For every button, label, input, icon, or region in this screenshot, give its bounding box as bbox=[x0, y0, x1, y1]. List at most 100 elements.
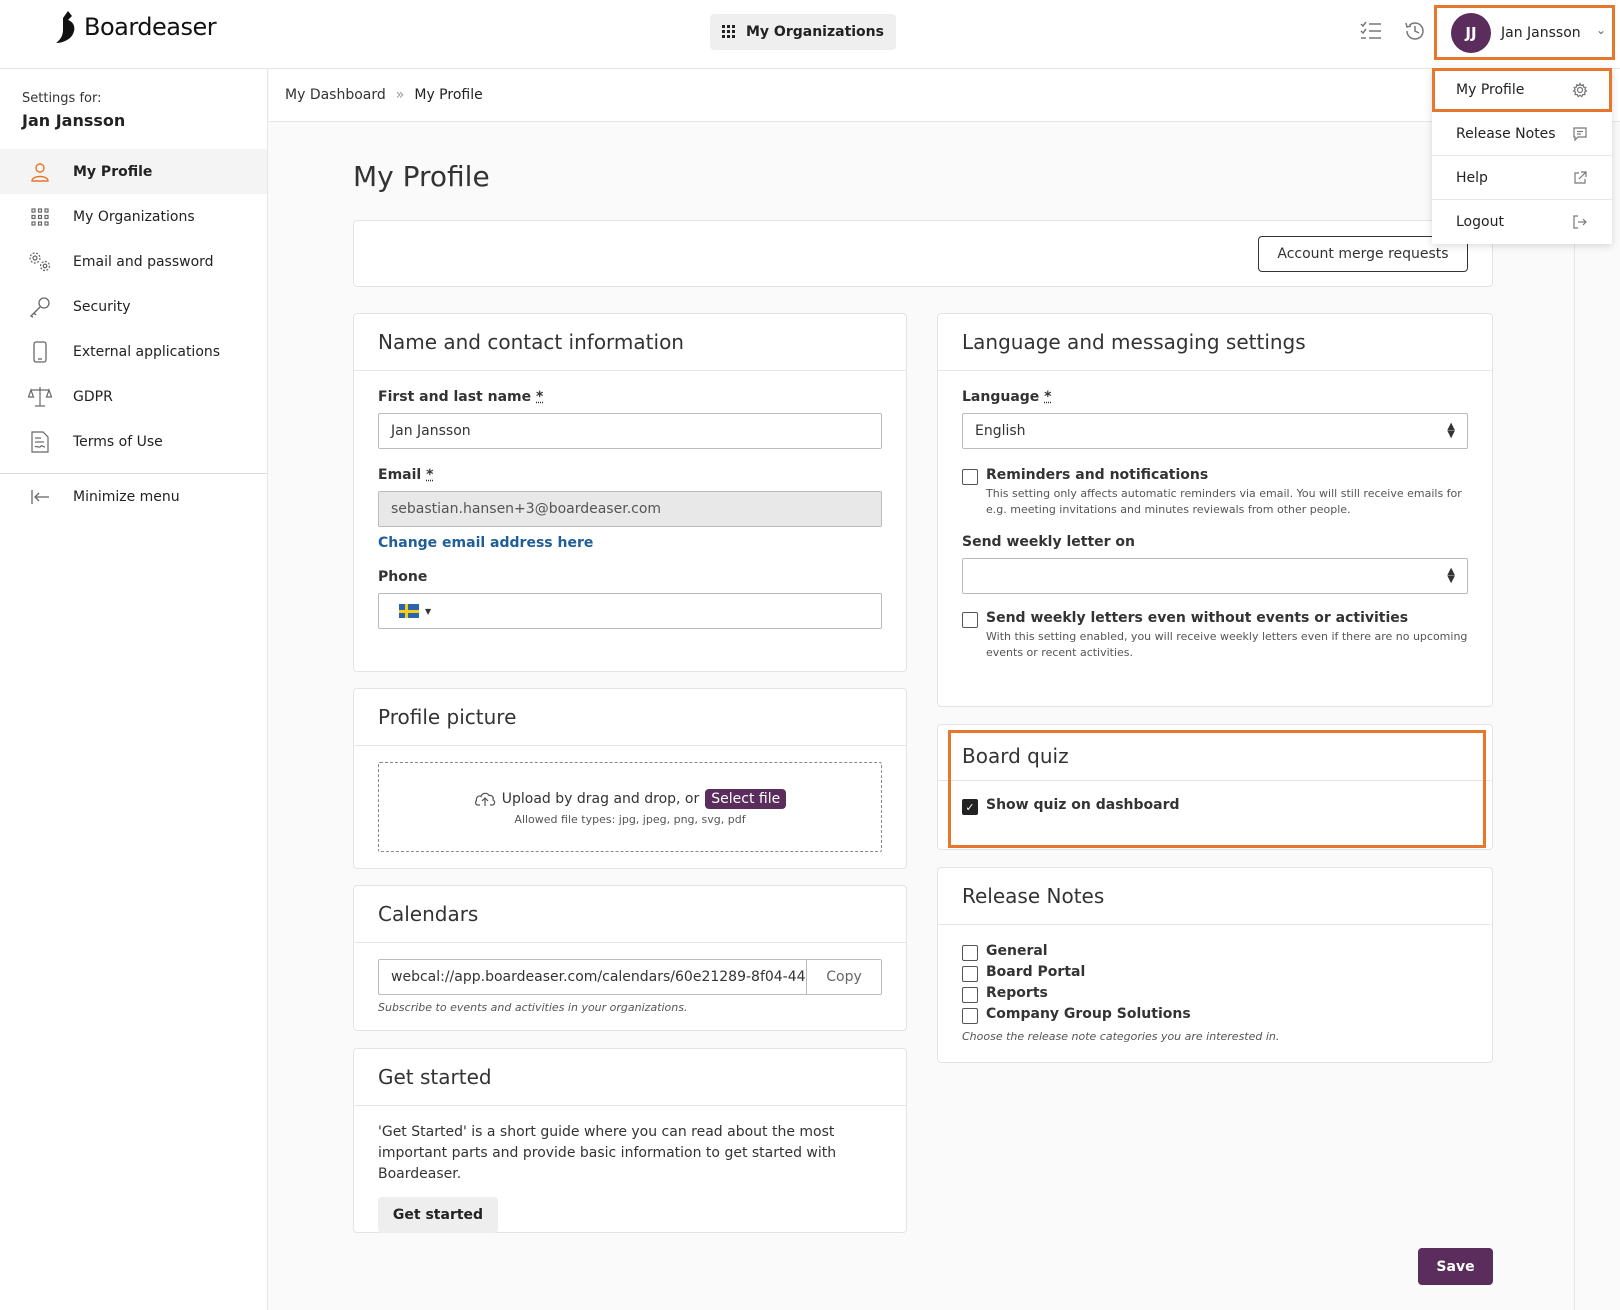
sidebar-item-label: GDPR bbox=[73, 388, 113, 405]
gears-icon bbox=[28, 250, 52, 274]
upload-dropzone[interactable]: Upload by drag and drop, or Select file … bbox=[378, 762, 882, 852]
breadcrumb-dashboard-link[interactable]: My Dashboard bbox=[285, 87, 386, 103]
show-quiz-option: ✓ Show quiz on dashboard bbox=[962, 797, 1468, 815]
release-reports-label: Reports bbox=[986, 985, 1048, 1001]
name-input[interactable]: Jan Jansson bbox=[378, 413, 882, 449]
sidebar-item-label: My Profile bbox=[73, 163, 153, 180]
sidebar-item-security[interactable]: Security bbox=[0, 284, 267, 329]
breadcrumb-separator: » bbox=[395, 87, 405, 103]
sidebar-item-label: External applications bbox=[73, 343, 221, 360]
language-settings-title: Language and messaging settings bbox=[938, 314, 1492, 371]
menu-item-help[interactable]: Help bbox=[1432, 156, 1612, 200]
collapse-left-icon bbox=[28, 485, 52, 509]
release-general-label: General bbox=[986, 943, 1048, 959]
weekly-letter-label: Send weekly letter on bbox=[962, 534, 1136, 550]
save-button[interactable]: Save bbox=[1418, 1248, 1493, 1285]
get-started-card: Get started 'Get Started' is a short gui… bbox=[353, 1048, 907, 1233]
sidebar-item-my-profile[interactable]: My Profile bbox=[0, 149, 267, 194]
release-company-group-checkbox[interactable] bbox=[962, 1008, 978, 1024]
sidebar-item-label: Email and password bbox=[73, 253, 214, 270]
release-board-portal-checkbox[interactable] bbox=[962, 966, 978, 982]
phone-icon bbox=[28, 340, 52, 364]
menu-item-my-profile[interactable]: My Profile bbox=[1432, 68, 1612, 112]
reminders-desc: This setting only affects automatic remi… bbox=[986, 487, 1462, 516]
sidebar-item-label: Security bbox=[73, 298, 131, 315]
user-menu-toggle[interactable]: JJ Jan Jansson ⌄ bbox=[1434, 5, 1615, 60]
logo-text: Boardeaser bbox=[84, 13, 217, 41]
release-option-company-group: Company Group Solutions bbox=[962, 1006, 1468, 1024]
weekly-letter-select[interactable]: ▲ ▼ bbox=[962, 558, 1468, 594]
chevron-down-icon: ⌄ bbox=[1595, 23, 1606, 37]
release-general-checkbox[interactable] bbox=[962, 945, 978, 961]
show-quiz-checkbox[interactable]: ✓ bbox=[962, 799, 978, 815]
sidebar-item-label: My Organizations bbox=[73, 208, 195, 225]
breadcrumb: My Dashboard » My Profile bbox=[269, 69, 1620, 122]
profile-picture-card: Profile picture Upload by drag and drop,… bbox=[353, 688, 907, 869]
calendar-hint: Subscribe to events and activities in yo… bbox=[378, 1001, 688, 1014]
name-label: First and last name * bbox=[378, 389, 544, 405]
release-option-board-portal: Board Portal bbox=[962, 964, 1468, 982]
sidebar-item-label: Terms of Use bbox=[73, 433, 163, 450]
settings-user-name: Jan Jansson bbox=[22, 111, 126, 130]
sidebar-item-my-organizations[interactable]: My Organizations bbox=[0, 194, 267, 239]
external-link-icon bbox=[1574, 170, 1587, 184]
change-email-link[interactable]: Change email address here bbox=[378, 535, 882, 551]
sidebar-item-gdpr[interactable]: GDPR bbox=[0, 374, 267, 419]
sidebar-item-terms-of-use[interactable]: Terms of Use bbox=[0, 419, 267, 464]
menu-item-release-notes[interactable]: Release Notes bbox=[1432, 112, 1612, 156]
select-file-button[interactable]: Select file bbox=[705, 788, 787, 809]
copy-button[interactable]: Copy bbox=[806, 959, 882, 995]
country-dropdown-icon[interactable]: ▼ bbox=[425, 607, 431, 616]
language-value: English bbox=[975, 423, 1026, 439]
page-title: My Profile bbox=[353, 160, 490, 193]
calendars-title: Calendars bbox=[354, 886, 906, 943]
phone-input[interactable]: ▼ bbox=[378, 593, 882, 629]
menu-item-logout[interactable]: Logout bbox=[1432, 200, 1612, 244]
sort-arrows-icon: ▲ ▼ bbox=[1447, 421, 1455, 440]
breadcrumb-current: My Profile bbox=[414, 87, 483, 103]
calendars-card: Calendars webcal://app.boardeaser.com/ca… bbox=[353, 885, 907, 1031]
history-icon[interactable] bbox=[1402, 18, 1428, 44]
key-icon bbox=[28, 295, 52, 319]
boardeaser-logo[interactable]: Boardeaser bbox=[54, 10, 217, 44]
sidebar-item-email-and-password[interactable]: Email and password bbox=[0, 239, 267, 284]
calendar-url-input[interactable]: webcal://app.boardeaser.com/calendars/60… bbox=[378, 959, 806, 995]
release-notes-title: Release Notes bbox=[938, 868, 1492, 925]
account-merge-card: Account merge requests bbox=[353, 220, 1493, 287]
my-organizations-label: My Organizations bbox=[746, 24, 884, 40]
menu-item-label: Logout bbox=[1456, 214, 1504, 230]
language-select[interactable]: English ▲ ▼ bbox=[962, 413, 1468, 449]
release-reports-checkbox[interactable] bbox=[962, 987, 978, 1003]
reminders-checkbox[interactable] bbox=[962, 469, 978, 485]
release-option-general: General bbox=[962, 943, 1468, 961]
weekly-even-title: Send weekly letters even without events … bbox=[986, 610, 1409, 626]
show-quiz-label: Show quiz on dashboard bbox=[986, 797, 1180, 813]
board-quiz-title: Board quiz bbox=[938, 731, 1492, 781]
get-started-button[interactable]: Get started bbox=[378, 1197, 498, 1233]
minimize-menu-button[interactable]: Minimize menu bbox=[0, 474, 267, 519]
contact-info-card: Name and contact information First and l… bbox=[353, 313, 907, 672]
release-notes-card: Release Notes General Board Portal Repor… bbox=[937, 867, 1493, 1063]
sort-arrows-icon: ▲ ▼ bbox=[1447, 566, 1455, 585]
allowed-file-types: Allowed file types: jpg, jpeg, png, svg,… bbox=[514, 812, 746, 826]
language-settings-card: Language and messaging settings Language… bbox=[937, 313, 1493, 707]
user-dropdown-menu: My Profile Release Notes Help Logout bbox=[1432, 68, 1612, 244]
language-label: Language * bbox=[962, 389, 1052, 405]
get-started-title: Get started bbox=[354, 1049, 906, 1106]
release-option-reports: Reports bbox=[962, 985, 1468, 1003]
tasks-icon[interactable] bbox=[1358, 18, 1384, 44]
logout-icon bbox=[1573, 215, 1587, 229]
upload-text: Upload by drag and drop, or bbox=[501, 790, 700, 807]
settings-for-label: Settings for: bbox=[22, 91, 102, 106]
grid-icon bbox=[28, 205, 52, 229]
document-icon bbox=[28, 430, 52, 454]
sidebar-item-external-applications[interactable]: External applications bbox=[0, 329, 267, 374]
minimize-menu-label: Minimize menu bbox=[73, 488, 180, 505]
my-organizations-button[interactable]: My Organizations bbox=[710, 14, 896, 50]
avatar: JJ bbox=[1451, 12, 1491, 53]
email-label: Email * bbox=[378, 467, 434, 483]
weekly-even-desc: With this setting enabled, you will rece… bbox=[986, 630, 1468, 659]
weekly-even-checkbox[interactable] bbox=[962, 612, 978, 628]
logo-icon bbox=[56, 11, 75, 43]
sweden-flag-icon[interactable] bbox=[399, 604, 419, 618]
